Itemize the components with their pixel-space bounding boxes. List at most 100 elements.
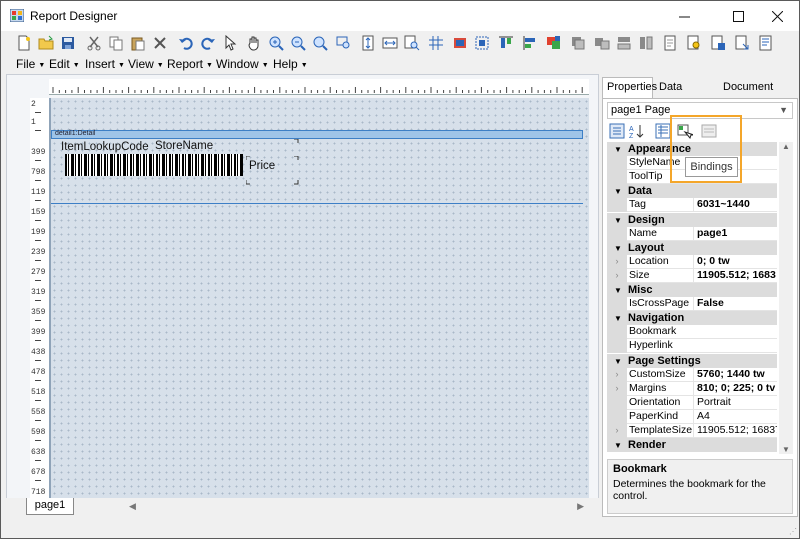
expand-icon[interactable]: › bbox=[607, 367, 627, 382]
alphabetical-button[interactable]: AZ bbox=[628, 122, 646, 140]
property-row[interactable]: IsCrossPage False bbox=[607, 297, 777, 312]
tab-data-sources[interactable]: Data sources bbox=[654, 77, 717, 112]
snap-button[interactable] bbox=[451, 34, 469, 52]
tab-document-tree[interactable]: Document tree bbox=[718, 77, 798, 112]
export-button[interactable] bbox=[733, 34, 751, 52]
tab-properties[interactable]: Properties bbox=[602, 77, 657, 98]
property-row[interactable]: PaperKind A4 bbox=[607, 409, 777, 424]
price-field[interactable]: Price bbox=[249, 160, 275, 172]
menu-view[interactable]: View ▼ bbox=[128, 57, 164, 71]
menu-edit[interactable]: Edit ▼ bbox=[49, 57, 80, 71]
property-row[interactable]: › TemplateSize 11905.512; 16837. bbox=[607, 424, 777, 438]
properties-view-button[interactable] bbox=[654, 122, 672, 140]
collapse-icon[interactable]: ▼ bbox=[614, 185, 622, 199]
property-category[interactable]: ▼ Layout bbox=[607, 240, 777, 255]
menu-insert[interactable]: Insert ▼ bbox=[85, 57, 125, 71]
send-back-button[interactable] bbox=[569, 34, 587, 52]
scroll-right-icon[interactable]: ▶ bbox=[577, 501, 584, 512]
property-row[interactable]: › Size 11905.512; 1683 bbox=[607, 268, 777, 283]
fit-height-button[interactable] bbox=[359, 34, 377, 52]
property-category[interactable]: ▼ Navigation bbox=[607, 311, 777, 326]
property-value[interactable]: A4 bbox=[693, 409, 777, 423]
item-lookup-code-field[interactable]: ItemLookupCode bbox=[61, 141, 149, 153]
undo-button[interactable] bbox=[177, 34, 195, 52]
property-value[interactable]: 11905.512; 1683 bbox=[693, 268, 777, 282]
zoom-in-button[interactable] bbox=[267, 34, 285, 52]
page-zoom-button[interactable] bbox=[403, 34, 421, 52]
expand-icon[interactable]: › bbox=[607, 254, 627, 269]
grid-button[interactable] bbox=[427, 34, 445, 52]
zoom-text-button[interactable] bbox=[335, 34, 353, 52]
property-category[interactable]: ▼ Render bbox=[607, 438, 777, 453]
horizontal-scrollbar[interactable]: ◀ ▶ bbox=[129, 501, 584, 513]
page-setup-button[interactable] bbox=[661, 34, 679, 52]
scroll-down-icon[interactable]: ▼ bbox=[782, 445, 790, 454]
pointer-tool-button[interactable] bbox=[221, 34, 239, 52]
property-row[interactable]: › Margins 810; 0; 225; 0 tv bbox=[607, 381, 777, 396]
property-value[interactable]: Portrait bbox=[693, 395, 777, 409]
property-value[interactable]: False bbox=[693, 297, 777, 311]
align-top-button[interactable] bbox=[497, 34, 515, 52]
same-height-button[interactable] bbox=[637, 34, 655, 52]
delete-button[interactable] bbox=[151, 34, 169, 52]
paste-button[interactable] bbox=[129, 34, 147, 52]
align-left-button[interactable] bbox=[521, 34, 539, 52]
menu-window[interactable]: Window ▼ bbox=[216, 57, 269, 71]
property-row[interactable]: Orientation Portrait bbox=[607, 395, 777, 410]
property-category[interactable]: ▼ Appearance bbox=[607, 142, 777, 156]
property-row[interactable]: Hyperlink bbox=[607, 339, 777, 354]
property-row[interactable]: Name page1 bbox=[607, 226, 777, 241]
zoom-button[interactable] bbox=[311, 34, 329, 52]
expand-icon[interactable]: › bbox=[607, 381, 627, 396]
tab-page1[interactable]: page1 bbox=[26, 498, 74, 515]
resize-grip-icon[interactable]: ⋰ bbox=[789, 527, 797, 536]
property-grid-scrollbar[interactable]: ▲ ▼ bbox=[779, 142, 793, 454]
new-report-button[interactable] bbox=[15, 34, 33, 52]
close-button[interactable] bbox=[754, 1, 799, 31]
script-button[interactable] bbox=[757, 34, 775, 52]
menu-help[interactable]: Help ▼ bbox=[273, 57, 308, 71]
menu-file[interactable]: File ▼ bbox=[16, 57, 45, 71]
store-name-field[interactable]: StoreName bbox=[155, 140, 213, 152]
property-category[interactable]: ▼ Page Settings bbox=[607, 353, 777, 369]
categorized-button[interactable] bbox=[608, 122, 626, 140]
property-value[interactable]: page1 bbox=[693, 226, 777, 240]
detail-section-bottom-edge[interactable] bbox=[51, 203, 583, 204]
same-width-button[interactable] bbox=[615, 34, 633, 52]
property-category[interactable]: ▼ Data bbox=[607, 184, 777, 199]
detail-section-header[interactable]: detail1:Detail bbox=[51, 130, 583, 139]
property-category[interactable]: ▼ Misc bbox=[607, 283, 777, 297]
report-page-canvas[interactable]: detail1:Detail ItemLookupCode StoreName … bbox=[49, 98, 589, 502]
property-value[interactable]: 810; 0; 225; 0 tv bbox=[693, 381, 777, 395]
property-value[interactable]: 0; 0 tw bbox=[693, 254, 777, 268]
property-row[interactable]: Bookmark bbox=[607, 325, 777, 340]
collapse-icon[interactable]: ▼ bbox=[614, 143, 622, 157]
events-button[interactable] bbox=[700, 122, 718, 140]
same-size-button[interactable] bbox=[593, 34, 611, 52]
barcode-field[interactable] bbox=[65, 154, 243, 176]
report-wizard-button[interactable] bbox=[709, 34, 727, 52]
bring-front-button[interactable] bbox=[545, 34, 563, 52]
preview-button[interactable] bbox=[685, 34, 703, 52]
property-value[interactable]: 11905.512; 16837. bbox=[693, 424, 777, 437]
copy-button[interactable] bbox=[107, 34, 125, 52]
fit-width-button[interactable] bbox=[381, 34, 399, 52]
cut-button[interactable] bbox=[85, 34, 103, 52]
expand-icon[interactable]: › bbox=[607, 424, 627, 438]
scroll-left-icon[interactable]: ◀ bbox=[129, 501, 136, 512]
save-button[interactable] bbox=[59, 34, 77, 52]
collapse-icon[interactable]: ▼ bbox=[614, 214, 622, 228]
collapse-icon[interactable]: ▼ bbox=[614, 355, 622, 369]
collapse-icon[interactable]: ▼ bbox=[614, 284, 622, 298]
collapse-icon[interactable]: ▼ bbox=[614, 439, 622, 453]
menu-report[interactable]: Report ▼ bbox=[167, 57, 213, 71]
property-row[interactable]: Tag 6031~1440 bbox=[607, 198, 777, 213]
collapse-icon[interactable]: ▼ bbox=[614, 312, 622, 326]
property-row[interactable]: › Location 0; 0 tw bbox=[607, 254, 777, 269]
scroll-up-icon[interactable]: ▲ bbox=[782, 142, 790, 151]
property-value[interactable]: 5760; 1440 tw bbox=[693, 367, 777, 381]
object-selector[interactable]: page1 Page ▼ bbox=[607, 102, 793, 119]
property-row[interactable]: › CustomSize 5760; 1440 tw bbox=[607, 367, 777, 382]
zoom-out-button[interactable] bbox=[289, 34, 307, 52]
select-frame-button[interactable] bbox=[473, 34, 491, 52]
